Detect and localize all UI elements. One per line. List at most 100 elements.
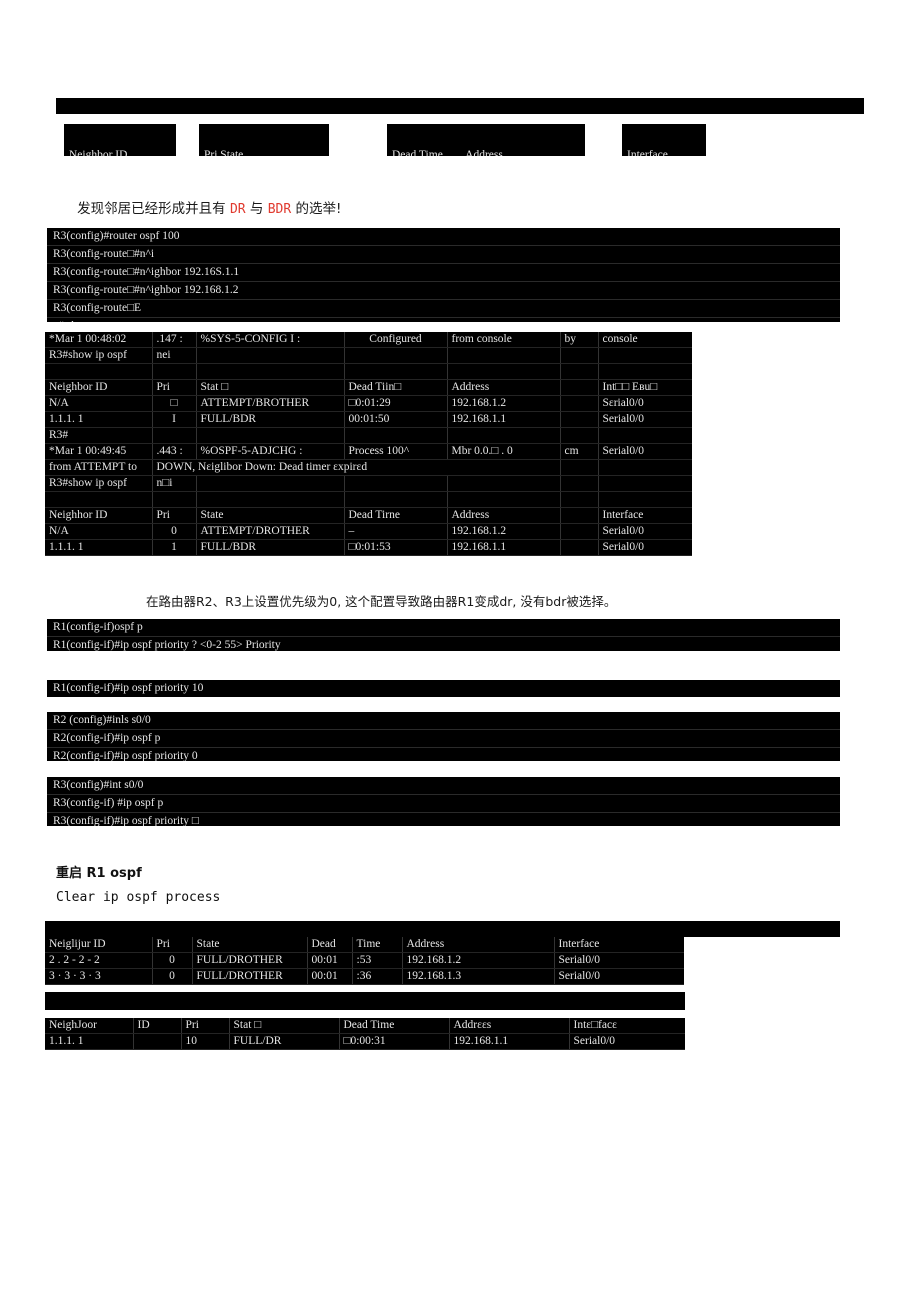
table-cell: ATTEMPT/BROTHER (196, 395, 345, 412)
table-cell: 192.168.1.2 (447, 523, 561, 540)
summary-header: Interface (622, 148, 706, 156)
table-cell (196, 427, 345, 444)
table-cell: N/A (45, 523, 153, 540)
terminal-line: R3(config-routе□#n^i (47, 246, 840, 264)
table-cell: 192.168.1.1 (449, 1033, 570, 1050)
table-cell: Dead Tiin□ (344, 379, 448, 396)
table-row: 2 . 2 - 2 - 2 0 FULL/DROTHER 00:01:53 192.16… (45, 952, 684, 969)
annotation-dr-highlight: DR (229, 202, 246, 217)
table-cell (560, 507, 599, 524)
table-cell: cm (560, 443, 599, 460)
table-row (45, 363, 692, 380)
table-cell (560, 539, 599, 556)
table-cell: FULL/DROTHER (192, 952, 308, 969)
table-cell: 1 (152, 539, 197, 556)
table-cell: Dead Tirne (344, 507, 448, 524)
table-cell: Neighbor ID (45, 379, 153, 396)
table-column-header: Pri (181, 1018, 230, 1034)
table-cell (598, 459, 692, 476)
annotation-text-mid: 与 (245, 201, 268, 217)
annotation-clear-ip-ospf-process: Clear ip ospf process (56, 890, 221, 905)
table-cell: 192.168.1.2 (402, 952, 555, 969)
table-cell (560, 475, 599, 492)
table-cell: ATTEMPT/DROTHER (196, 523, 345, 540)
table-cell: 2 . 2 - 2 - 2 (45, 952, 153, 969)
table-row: 1.1.1. 1 1 FULL/BDR □0:01:53 192.168.1.1 Seri… (45, 539, 692, 556)
table-cell: Serial0/0 (598, 411, 692, 428)
table-cell: □0:01:53 (344, 539, 448, 556)
summary-box-neighbor-id: Neighbor ID 1.1.1. 1 (64, 124, 176, 156)
terminal-line: R1(config-if)#ip ospf priority ? <0-2 55… (53, 639, 281, 651)
table-cell (560, 347, 599, 364)
terminal-block-r2-priority-0: R2 (config)#inls s0/0 R2(config-if)#ip os… (47, 712, 840, 761)
table-cell (560, 363, 599, 380)
table-cell (344, 475, 448, 492)
terminal-line: R3(config-if)#ip ospf priority □ (53, 815, 199, 826)
annotation-restart-r1-ospf: 重启 R1 ospf (56, 866, 142, 881)
table-cell: from console (447, 332, 561, 348)
table-column-header: Intɛ□facɛ (569, 1018, 685, 1034)
terminal-line: R1(config-if)ospf p (47, 619, 840, 637)
table-row: N/A □ ATTEMPT/BROTHER □0:01:29 192.168.1.2 Sɛ… (45, 395, 692, 412)
table-cell: I (152, 411, 197, 428)
table-cell: .443 : (152, 443, 197, 460)
table-column-header: ID (133, 1018, 182, 1034)
table-cell: Serial0/0 (554, 952, 684, 969)
summary-box-pri-state: Pri State 1 FULL/BDR (199, 124, 329, 156)
table-cell (447, 491, 561, 508)
ospf-neighbor-log-table: *Mar 1 00:48:02.147 : %SYS-5-CONFIG I : Co… (45, 332, 692, 556)
annotation-bdr-highlight: BDR (267, 202, 292, 217)
table-cell (45, 363, 153, 380)
table-cell (344, 427, 448, 444)
table-row: *Mar 1 00:49:45.443 : %OSPF-5-ADJCHG : Pro… (45, 443, 692, 460)
summary-box-interface: Interface Serial0/0 (622, 124, 706, 156)
terminal-command-strip-last: ip ospf nei (45, 992, 685, 1010)
table-cell: FULL/BDR (196, 539, 345, 556)
table-cell (560, 459, 599, 476)
table-cell: Serial0/0 (598, 523, 692, 540)
table-cell: 3 · 3 · 3 · 3 (45, 968, 153, 985)
table-column-header: Address (402, 937, 555, 953)
table-cell: Pri (152, 507, 197, 524)
table-cell: n□i (152, 475, 197, 492)
terminal-line: R3(config-routе□#n^ighbor 192.168.1.2 (47, 282, 840, 300)
summary-box-dead-time-address: Dead Time Address 00:01:41 192.168.1. 1 (387, 124, 585, 156)
table-cell: Serial0/0 (554, 968, 684, 985)
summary-header: Pri State (199, 148, 329, 156)
table-cell: □0:00:31 (339, 1033, 450, 1050)
table-cell: 1.1.1. 1 (45, 411, 153, 428)
table-row: *Mar 1 00:48:02.147 : %SYS-5-CONFIG I : Co… (45, 332, 692, 348)
table-cell (560, 379, 599, 396)
table-cell: State (196, 507, 345, 524)
table-cell (598, 475, 692, 492)
terminal-line: R3(config)#router ospf 100 (47, 228, 840, 246)
table-cell: *Mar 1 00:48:02 (45, 332, 153, 348)
table-cell: Neighhor ID (45, 507, 153, 524)
table-cell: 00:01:50 (344, 411, 448, 428)
table-cell (560, 523, 599, 540)
terminal-line: R2 (config)#inls s0/0 (47, 712, 840, 730)
table-cell: R3# (45, 427, 153, 444)
table-cell: Process 100^ (344, 443, 448, 460)
table-row: from ATTEMPT to DOWN, Nɛiglibor Down: Dea… (45, 459, 692, 476)
table-cell: 00:01 (307, 952, 353, 969)
table-cell (598, 427, 692, 444)
table-cell: 0 (152, 968, 193, 985)
table-cell (196, 347, 345, 364)
table-cell: DOWN, Nɛiglibor Down: Dead timer ɛxpirɛd (152, 459, 561, 476)
table-cell: R3#show ip ospf (45, 475, 153, 492)
terminal-block-router-ospf: R3(config)#router ospf 100 R3(config-rout… (47, 228, 840, 322)
table-cell: 192.168.1.3 (402, 968, 555, 985)
table-cell (45, 491, 153, 508)
table-cell (447, 427, 561, 444)
table-cell: 192.168.1.1 (447, 411, 561, 428)
table-cell: Sɛrial0/0 (598, 395, 692, 412)
table-cell: Address (447, 507, 561, 524)
table-cell: *Mar 1 00:49:45 (45, 443, 153, 460)
table-column-header: Pri (152, 937, 193, 953)
table-row: Neighbor ID Pri Stat □ Dead Tiin□ Address Int… (45, 379, 692, 396)
table-cell (152, 491, 197, 508)
table-cell (196, 363, 345, 380)
table-cell: R3#show ip ospf (45, 347, 153, 364)
table-cell: console (598, 332, 692, 348)
